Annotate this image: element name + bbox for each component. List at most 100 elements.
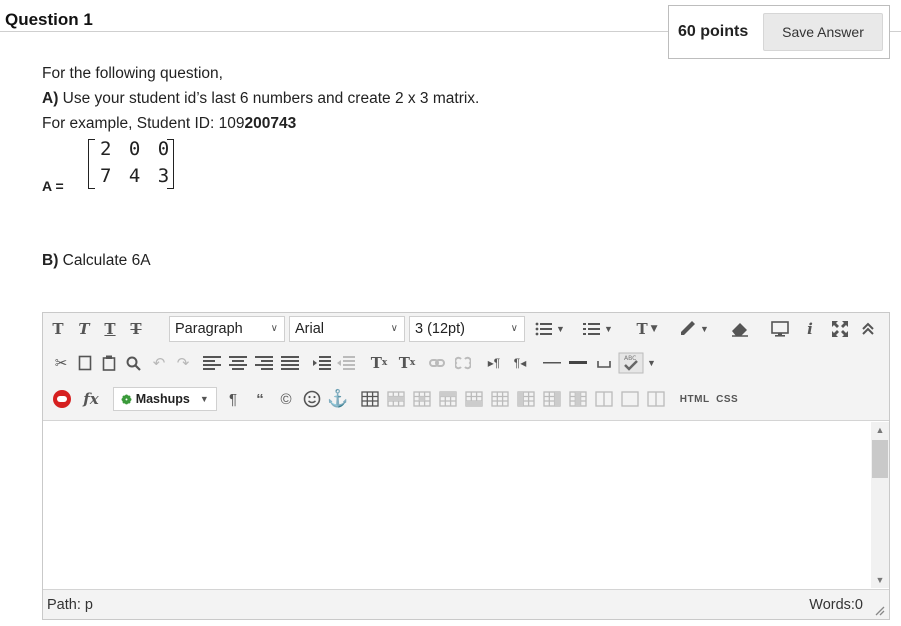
table-cell-props-icon[interactable] [411,387,433,411]
editor-content-area[interactable] [43,422,871,588]
points-value: 60 points [678,23,749,40]
eraser-icon[interactable] [729,317,751,341]
chevron-down-icon: ∨ [270,323,278,334]
math-fx-glyph: fx [83,390,99,408]
matrix-row-2: 7 4 3 [100,165,173,187]
scroll-down-icon[interactable]: ▼ [871,572,889,588]
rich-text-editor: T T T T Paragraph ∨ Arial ∨ 3 (12pt) ∨ ▼ ▼ … [42,312,890,620]
matrix-label: A = [42,178,64,194]
save-answer-button[interactable]: Save Answer [763,13,883,51]
record-media-icon[interactable] [51,387,73,411]
spellcheck-icon[interactable]: ABC ▼ [617,351,657,375]
copy-icon[interactable] [75,351,95,375]
align-center-icon[interactable] [227,351,249,375]
matrix-right-bracket [167,139,174,189]
question-intro: For the following question, [42,65,223,82]
question-part-b: B) Calculate 6A [42,252,151,270]
part-b-text: Calculate 6A [58,252,151,269]
editor-scrollbar[interactable]: ▲ ▼ [871,422,889,588]
toolbar-row-3: fx ❁ Mashups ▼ ¶ “ © ⚓ HTML CSS [43,383,889,415]
question-title: Question 1 [5,10,93,29]
example-bold-digits: 200743 [244,115,297,132]
paragraph-mark-icon[interactable]: ¶ [223,387,243,411]
anchor-icon[interactable]: ⚓ [327,387,349,411]
emoticon-icon[interactable] [301,387,323,411]
scroll-thumb[interactable] [872,440,888,478]
fullscreen-icon[interactable] [829,317,851,341]
horizontal-rule-icon[interactable] [541,351,563,375]
matrix-left-bracket [88,139,95,189]
redo-icon[interactable]: ↷ [173,351,193,375]
resize-grip-icon[interactable] [873,604,885,616]
font-select[interactable]: Arial ∨ [289,316,405,342]
nonbreaking-space-icon[interactable] [593,351,615,375]
subscript-icon[interactable]: Tx [395,351,419,375]
blockquote-icon[interactable]: “ [249,387,271,411]
split-cells-icon[interactable] [593,387,615,411]
editor-statusbar: Path: p Words:0 [43,589,889,619]
rtl-icon[interactable]: ¶◂ [509,351,531,375]
part-a-label: A) [42,90,59,107]
format-select[interactable]: Paragraph ∨ [169,316,285,342]
toolbar-row-2: ✂ ↶ ↷ T x T x ▸¶ ¶◂ ABC ▼ [43,347,889,379]
outdent-icon[interactable] [335,351,357,375]
html-css-buttons: HTML CSS [677,387,741,411]
question-part-a: A) Use your student id’s last 6 numbers … [42,90,479,108]
table-row-props-icon[interactable] [385,387,407,411]
size-select[interactable]: 3 (12pt) ∨ [409,316,525,342]
scroll-up-icon[interactable]: ▲ [871,422,889,438]
align-left-icon[interactable] [201,351,223,375]
italic-icon[interactable]: T [75,317,93,341]
align-right-icon[interactable] [253,351,275,375]
matrix-row-1: 2 0 0 [100,138,173,160]
numbered-list-icon[interactable]: ▼ [581,317,615,341]
text-color-icon[interactable]: T ▼ [631,317,663,341]
preview-monitor-icon[interactable] [769,317,791,341]
merge-cells-icon[interactable] [619,387,641,411]
mashups-dropdown[interactable]: ❁ Mashups ▼ [113,387,217,411]
link-icon[interactable] [427,351,447,375]
collapse-toolbar-icon[interactable] [857,317,879,341]
format-select-value: Paragraph [175,321,243,337]
matrix: 2 0 0 7 4 3 [88,138,174,190]
paste-icon[interactable] [99,351,119,375]
mashups-icon: ❁ [121,392,132,407]
element-path: Path: p [47,597,93,613]
text-color-glyph: T [636,320,648,338]
insert-col-before-icon[interactable] [515,387,537,411]
insert-row-after-icon[interactable] [463,387,485,411]
question-example: For example, Student ID: 109200743 [42,115,296,133]
chevron-down-icon: ∨ [510,323,518,334]
find-icon[interactable] [123,351,143,375]
copyright-icon[interactable]: © [275,387,297,411]
math-editor-icon[interactable]: fx [79,387,103,411]
indent-icon[interactable] [311,351,333,375]
delete-row-icon[interactable] [489,387,511,411]
bullet-list-icon[interactable]: ▼ [533,317,567,341]
mashups-label: Mashups [135,392,190,406]
bold-rule-icon[interactable] [567,351,589,375]
unlink-icon[interactable] [453,351,473,375]
delete-col-icon[interactable] [567,387,589,411]
table-layout-icon[interactable] [645,387,667,411]
underline-icon[interactable]: T [101,317,119,341]
font-select-value: Arial [295,321,325,337]
size-select-value: 3 (12pt) [415,321,465,337]
insert-table-icon[interactable] [359,387,381,411]
word-count: Words:0 [809,597,863,613]
align-justify-icon[interactable] [279,351,301,375]
ltr-icon[interactable]: ▸¶ [483,351,505,375]
undo-icon[interactable]: ↶ [149,351,169,375]
insert-col-after-icon[interactable] [541,387,563,411]
info-icon[interactable]: i [799,317,821,341]
part-b-label: B) [42,252,59,269]
insert-row-before-icon[interactable] [437,387,459,411]
cut-icon[interactable]: ✂ [51,351,71,375]
css-button[interactable]: CSS [716,394,738,405]
strikethrough-icon[interactable]: T [127,317,145,341]
bold-icon[interactable]: T [49,317,67,341]
html-source-button[interactable]: HTML [680,394,710,405]
toolbar-row-1: T T T T Paragraph ∨ Arial ∨ 3 (12pt) ∨ ▼ ▼ … [43,313,889,345]
highlight-pen-icon[interactable]: ▼ [677,317,711,341]
superscript-icon[interactable]: Tx [367,351,391,375]
